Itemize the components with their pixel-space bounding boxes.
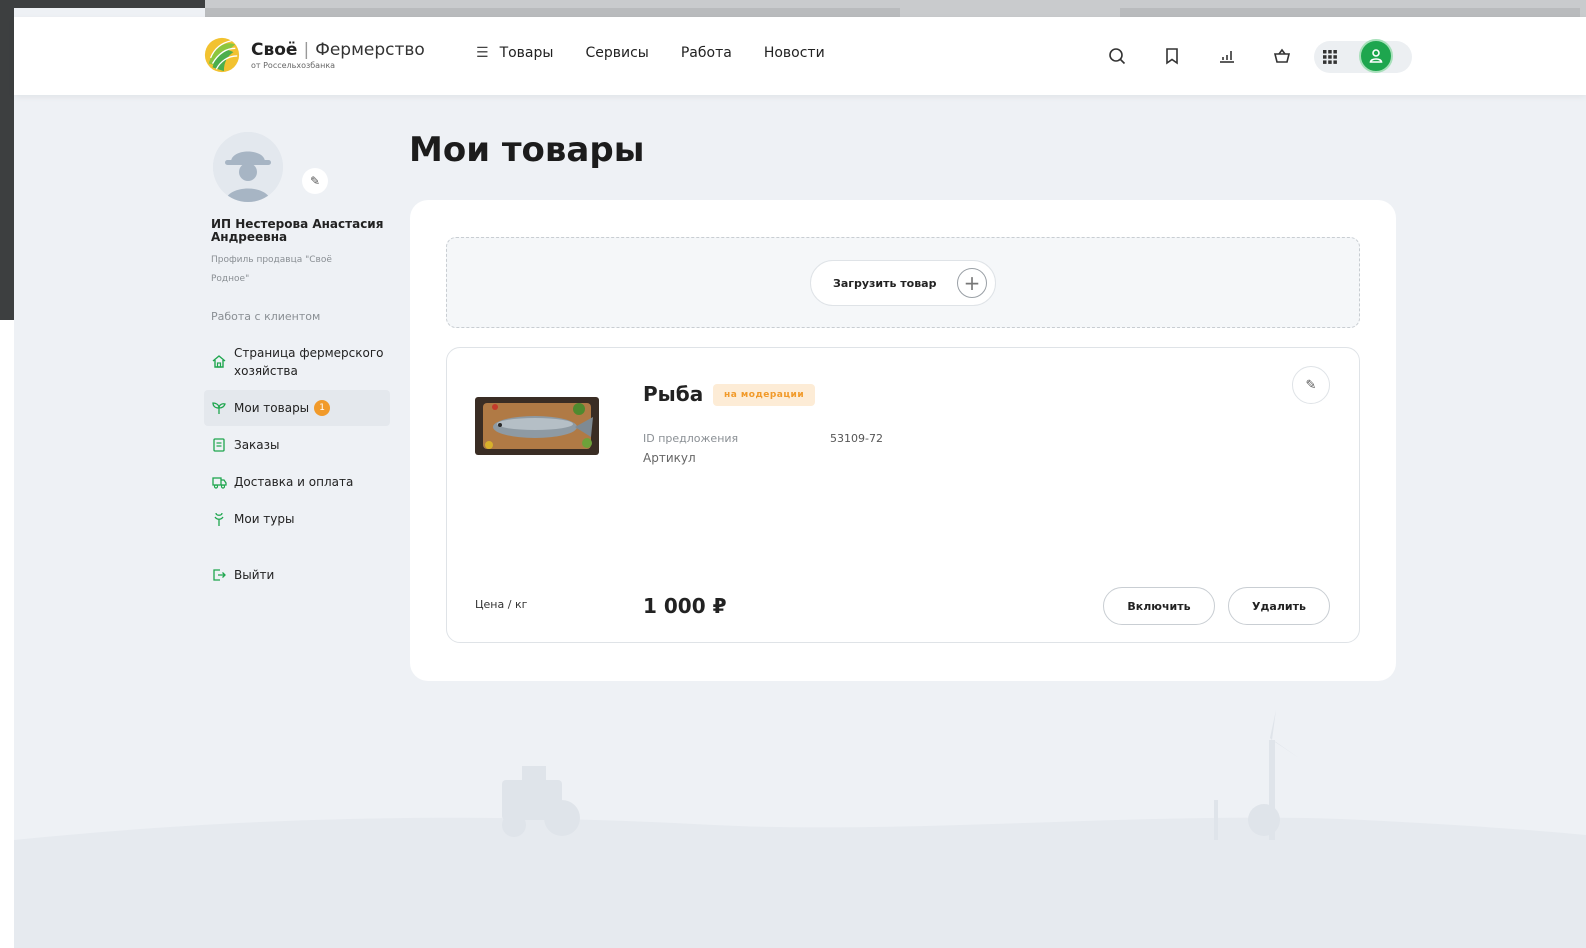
- pencil-icon: ✎: [309, 174, 321, 188]
- product-card: [446, 347, 1360, 643]
- window-top-strip: [0, 0, 205, 8]
- enable-button[interactable]: Включить: [1103, 587, 1215, 625]
- sidebar-item-label: Мои товары: [234, 401, 310, 415]
- apps-button[interactable]: [1318, 45, 1342, 69]
- sidebar-item-delivery[interactable]: Доставка и оплата: [204, 464, 390, 500]
- edit-product-button[interactable]: ✎: [1292, 366, 1330, 404]
- plus-icon: +: [957, 268, 987, 298]
- sidebar-menu: Страница фермерского хозяйства Мои товар…: [204, 342, 390, 593]
- favorites-button[interactable]: [1155, 39, 1189, 73]
- nav-products[interactable]: ☰ Товары: [476, 45, 553, 61]
- sidebar-item-tours[interactable]: Мои туры: [204, 501, 390, 537]
- sidebar-item-label: Мои туры: [234, 512, 295, 526]
- menu-burger-icon: ☰: [476, 45, 489, 61]
- nav-work-label: Работа: [680, 45, 732, 61]
- main-nav: ☰ Товары Сервисы Работа Новости: [476, 45, 825, 61]
- sprout-icon: [210, 399, 228, 417]
- nav-work[interactable]: Работа: [681, 45, 732, 61]
- nav-services-label: Сервисы: [585, 45, 649, 61]
- sidebar-item-label: Страница фермерского хозяйства: [234, 346, 384, 378]
- seller-name: ИП Нестерова Анастасия Андреевна: [211, 217, 384, 244]
- sku-label: Артикул: [643, 451, 696, 465]
- logo-brand: Своё: [251, 40, 298, 60]
- browser-tab-strip: [205, 0, 1586, 17]
- tour-icon: [210, 510, 228, 528]
- nav-news[interactable]: Новости: [764, 45, 825, 61]
- price-label: Цена / кг: [475, 598, 528, 611]
- sidebar-item-my-products[interactable]: Мои товары 1: [204, 390, 390, 426]
- logout-button[interactable]: Выйти: [204, 557, 390, 593]
- bookmark-icon: [1166, 48, 1178, 65]
- nav-services[interactable]: Сервисы: [585, 45, 648, 61]
- price-value: 1 000 ₽: [643, 594, 727, 618]
- compare-button[interactable]: [1210, 39, 1244, 73]
- house-icon: [210, 352, 228, 370]
- logout-label: Выйти: [234, 568, 275, 582]
- user-avatar-button[interactable]: [1359, 39, 1393, 73]
- status-badge: на модерации: [713, 384, 816, 406]
- products-count-badge: 1: [314, 400, 331, 416]
- sidebar-item-orders[interactable]: Заказы: [204, 427, 390, 463]
- product-image[interactable]: [475, 397, 599, 455]
- chart-icon: [1220, 51, 1234, 63]
- edit-avatar-button[interactable]: ✎: [302, 168, 328, 194]
- landscape-illustration: [14, 710, 1586, 948]
- logo-leaf-icon: [204, 37, 240, 73]
- user-icon: [1369, 49, 1383, 63]
- profile-avatar: [213, 132, 283, 202]
- sidebar-item-label: Заказы: [234, 438, 280, 452]
- search-icon: [1109, 48, 1126, 65]
- nav-products-label: Товары: [499, 45, 554, 61]
- logo-name: Фермерство: [315, 40, 425, 60]
- site-header: Своё | Фермерство от Россельхозбанка ☰ Тов…: [14, 17, 1586, 95]
- sidebar-item-farm-page[interactable]: Страница фермерского хозяйства: [204, 342, 390, 378]
- upload-product-label: Загрузить товар: [833, 276, 937, 290]
- window-edge: [0, 0, 14, 948]
- logout-icon: [210, 566, 228, 584]
- logo-tagline: от Россельхозбанка: [251, 61, 336, 70]
- apps-grid-icon: [1323, 50, 1337, 64]
- site-logo[interactable]: Своё | Фермерство от Россельхозбанка: [203, 35, 425, 75]
- cart-icon: [1273, 48, 1291, 63]
- upload-product-button[interactable]: Загрузить товар +: [810, 260, 996, 306]
- nav-news-label: Новости: [763, 45, 825, 61]
- document-icon: [210, 436, 228, 454]
- pencil-icon: ✎: [1305, 377, 1317, 393]
- sidebar-item-label: Доставка и оплата: [234, 475, 354, 489]
- delivery-icon: [210, 473, 228, 491]
- search-button[interactable]: [1100, 39, 1134, 73]
- sidebar-section-title: Работа с клиентом: [211, 310, 321, 323]
- offer-id-value: 53109-72: [830, 432, 883, 445]
- product-name[interactable]: Рыба: [643, 382, 703, 406]
- seller-description: Профиль продавца "Своё Родное": [211, 255, 332, 284]
- cart-button[interactable]: [1265, 39, 1299, 73]
- delete-button[interactable]: Удалить: [1228, 587, 1330, 625]
- offer-id-label: ID предложения: [643, 432, 739, 445]
- page-title: Мои товары: [409, 130, 645, 170]
